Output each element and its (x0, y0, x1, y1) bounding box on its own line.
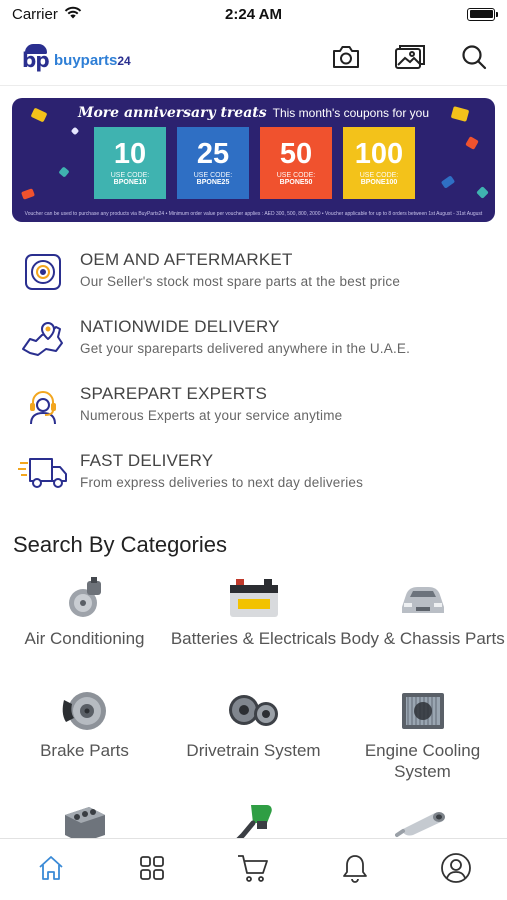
buyparts-logo[interactable]: bp buyparts24 (22, 42, 131, 72)
category-label: Batteries & Electricals (170, 629, 337, 648)
delivery-truck-icon (18, 453, 68, 493)
banner-fineprint: Voucher can be used to purchase any prod… (24, 211, 483, 217)
wifi-icon (64, 6, 82, 23)
headset-expert-icon (18, 386, 68, 426)
feature-subtitle: Numerous Experts at your service anytime (80, 408, 343, 423)
banner-headline: More anniversary treats This month's coup… (77, 105, 430, 121)
feature-item: SPAREPART EXPERTS Numerous Experts at yo… (0, 384, 507, 451)
bell-icon (342, 854, 367, 883)
category-brake-parts[interactable]: Brake Parts (0, 686, 169, 798)
categories-title: Search By Categories (13, 532, 227, 557)
tab-home[interactable] (21, 843, 81, 893)
coupon-card: 50 USE CODE: BPONE50 (260, 127, 332, 199)
gears-icon (226, 686, 282, 736)
profile-icon (441, 852, 472, 883)
tab-profile[interactable] (426, 843, 486, 893)
logo-text: buyparts24 (54, 51, 131, 69)
category-batteries[interactable]: Batteries & Electricals (169, 574, 338, 686)
coupon-card: 10 USE CODE: BPONE10 (94, 127, 166, 199)
feature-list: OEM AND AFTERMARKET Our Seller's stock m… (0, 250, 507, 518)
category-drivetrain[interactable]: Drivetrain System (169, 686, 338, 798)
category-label: Body & Chassis Parts (340, 629, 505, 648)
battery-icon (226, 574, 282, 624)
feature-title: SPAREPART EXPERTS (80, 384, 268, 403)
status-bar: Carrier 2:24 AM (0, 0, 507, 28)
feature-title: FAST DELIVERY (80, 451, 214, 470)
tab-cart[interactable] (223, 843, 283, 893)
header-icons (329, 40, 491, 74)
car-body-icon (396, 574, 450, 624)
coupon-card: 25 USE CODE: BPONE25 (177, 127, 249, 199)
bottom-tab-bar (0, 838, 507, 900)
category-air-conditioning[interactable]: Air Conditioning (0, 574, 169, 686)
feature-item: FAST DELIVERY From express deliveries to… (0, 451, 507, 518)
feature-subtitle: From express deliveries to next day deli… (80, 475, 364, 490)
gallery-icon[interactable] (393, 40, 427, 74)
carrier-label: Carrier (12, 5, 58, 23)
cart-icon (238, 854, 269, 882)
coupon-list: 10 USE CODE: BPONE10 25 USE CODE: BPONE2… (94, 127, 415, 199)
ac-compressor-icon (61, 574, 109, 624)
feature-subtitle: Our Seller's stock most spare parts at t… (80, 274, 401, 289)
status-left: Carrier (12, 6, 82, 23)
feature-item: OEM AND AFTERMARKET Our Seller's stock m… (0, 250, 507, 317)
search-icon[interactable] (457, 40, 491, 74)
category-label: Drivetrain System (186, 741, 321, 760)
home-icon (39, 855, 63, 880)
promo-banner[interactable]: More anniversary treats This month's coup… (12, 98, 495, 222)
feature-item: NATIONWIDE DELIVERY Get your spareparts … (0, 317, 507, 384)
tab-notifications[interactable] (325, 843, 385, 893)
feature-subtitle: Get your spareparts delivered anywhere i… (80, 341, 411, 356)
category-body-chassis[interactable]: Body & Chassis Parts (338, 574, 507, 686)
coupon-card: 100 USE CODE: BPONE100 (343, 127, 415, 199)
brake-disc-icon (60, 686, 110, 736)
feature-title: OEM AND AFTERMARKET (80, 250, 293, 269)
battery-icon (467, 7, 498, 21)
category-label: Brake Parts (40, 741, 129, 760)
radiator-icon (398, 686, 448, 736)
feature-title: NATIONWIDE DELIVERY (80, 317, 280, 336)
categories-grid-icon (140, 855, 164, 880)
camera-icon[interactable] (329, 40, 363, 74)
app-header: bp buyparts24 (0, 28, 507, 86)
category-label: Engine Cooling System (364, 741, 481, 782)
category-label: Air Conditioning (24, 629, 145, 648)
tab-categories[interactable] (122, 843, 182, 893)
category-engine-cooling[interactable]: Engine Cooling System (338, 686, 507, 798)
uae-map-pin-icon (18, 319, 68, 359)
gear-disc-icon (18, 252, 68, 292)
logo-mark: bp (22, 42, 52, 72)
